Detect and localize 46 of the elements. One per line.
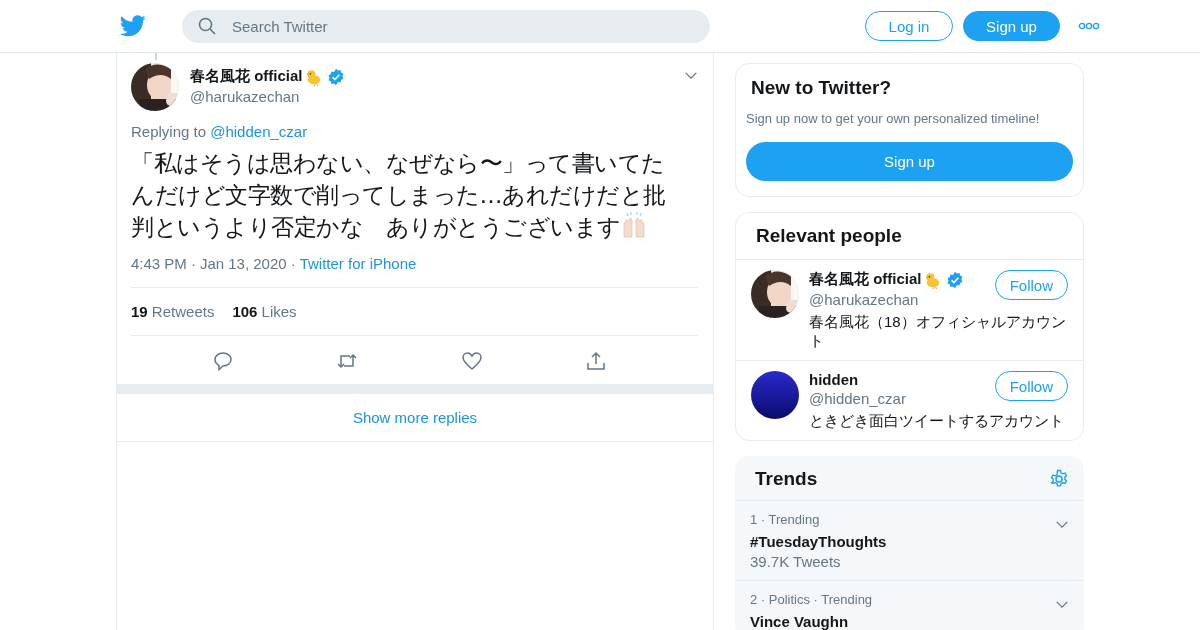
search-field[interactable]: Search Twitter: [182, 9, 710, 43]
user-bio: 春名風花（18）オフィシャルアカウント: [809, 312, 1067, 350]
tweet-date[interactable]: Jan 13, 2020: [199, 255, 287, 272]
card-title: Trends: [754, 468, 818, 490]
stat-count[interactable]: 106 Likes: [232, 303, 297, 320]
settings-icon[interactable]: [1049, 469, 1069, 489]
user-handle[interactable]: @harukazechan: [809, 291, 964, 308]
trend-meta: 2 · Politics · Trending: [750, 592, 873, 609]
card-text: Sign up now to get your own personalized timeline!: [746, 111, 1041, 126]
user-handle[interactable]: @hidden_czar: [809, 390, 906, 407]
tweet-time[interactable]: 4:43 PM: [131, 255, 187, 272]
trend-name[interactable]: #TuesdayThoughts: [750, 533, 1069, 550]
mention-link[interactable]: @hidden_czar: [210, 123, 308, 140]
card-title: New to Twitter?: [750, 77, 893, 99]
user-name[interactable]: 春名風花 official: [190, 67, 303, 86]
tweet-text: 「私はそうは思わない、なぜなら〜」って書いてたんだけど文字数で削ってしまった…あれだけだと批判というより否定かな ありがとうございます: [131, 149, 667, 242]
share-icon[interactable]: [584, 350, 607, 372]
signup-button[interactable]: Sign up: [746, 142, 1073, 181]
reply-icon[interactable]: [212, 350, 235, 372]
avatar[interactable]: [751, 371, 799, 419]
chevron-down-icon[interactable]: [684, 71, 698, 80]
source-link[interactable]: Twitter for iPhone: [299, 255, 417, 272]
separator-dot: ·: [190, 255, 196, 272]
separator-dot: ·: [290, 255, 296, 272]
user-name[interactable]: hidden: [809, 371, 859, 388]
user-handle[interactable]: @harukazechan: [190, 88, 673, 105]
tweet-count: 39.7K Tweets: [750, 553, 842, 570]
user-name[interactable]: 春名風花 official: [809, 270, 922, 289]
search-input[interactable]: Search Twitter: [230, 16, 696, 36]
trend-meta: 1 · Trending: [750, 512, 820, 529]
login-button[interactable]: Log in: [865, 11, 953, 41]
card-title: Relevant people: [755, 225, 902, 246]
heart-icon[interactable]: [460, 350, 483, 372]
follow-button[interactable]: Follow: [994, 270, 1068, 300]
bird-logo-icon[interactable]: [120, 15, 146, 37]
chevron-down-icon[interactable]: [1055, 520, 1069, 529]
search-icon: [198, 17, 216, 35]
chevron-down-icon[interactable]: [1055, 600, 1069, 609]
signup-button[interactable]: Sign up: [963, 11, 1060, 41]
trend-name[interactable]: Vince Vaughn: [750, 613, 1069, 630]
follow-button[interactable]: Follow: [994, 371, 1068, 401]
stat-count[interactable]: 19 Retweets: [131, 303, 215, 320]
show-more-replies-link[interactable]: Show more replies: [117, 394, 713, 442]
more-icon[interactable]: [1078, 22, 1100, 30]
replying-to-text: Replying to @hidden_czar: [131, 123, 309, 140]
user-bio: ときどき面白ツイートするアカウント: [809, 411, 1065, 430]
